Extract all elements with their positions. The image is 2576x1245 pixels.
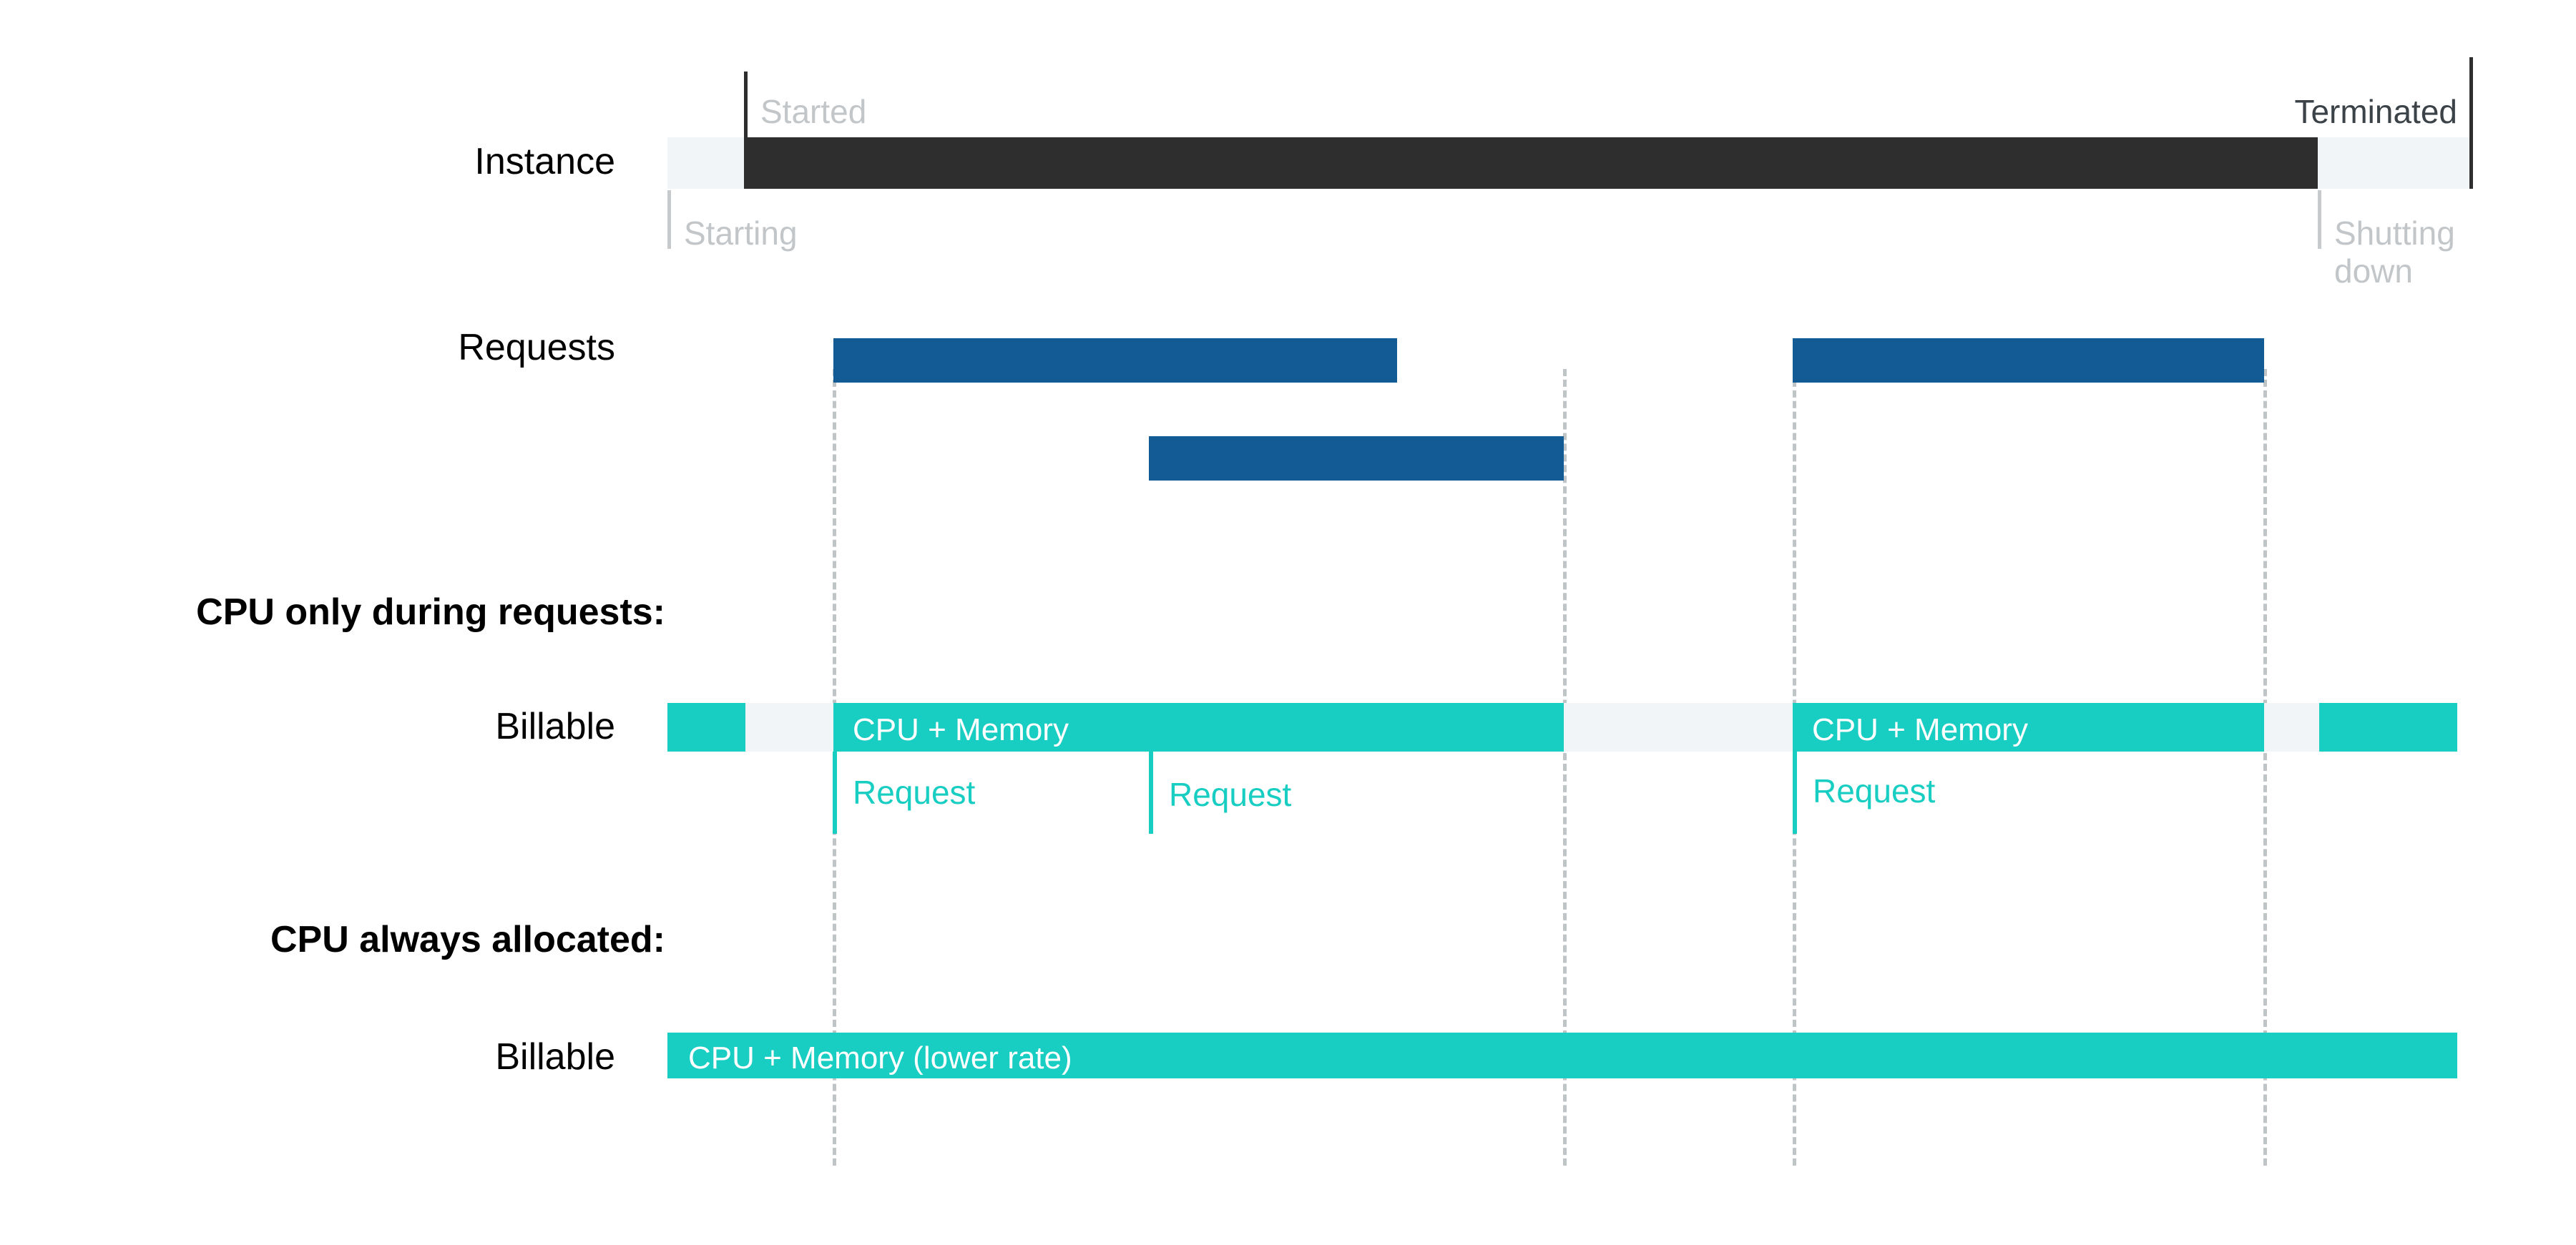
instance-state-terminated: Terminated xyxy=(2294,93,2457,130)
request-bar-2 xyxy=(1149,436,1564,481)
section-heading-cpu-during-requests: CPU only during requests: xyxy=(196,591,665,633)
request-marker-label-1: Request xyxy=(853,774,976,811)
request-marker-label-3: Request xyxy=(1813,772,1936,810)
section-heading-cpu-always-allocated: CPU always allocated: xyxy=(270,919,665,960)
instance-state-shutting-down: Shutting down xyxy=(2334,215,2455,290)
billable-bar-startup xyxy=(667,703,745,752)
instance-bar-starting xyxy=(667,137,744,189)
row-label-instance: Instance xyxy=(474,141,615,182)
request-marker-tick-3 xyxy=(1793,752,1797,834)
request-marker-tick-2 xyxy=(1149,752,1153,834)
instance-state-started: Started xyxy=(760,93,867,130)
instance-bar-shutting-down xyxy=(2318,137,2472,189)
row-label-billable-per-request: Billable xyxy=(495,706,615,747)
instance-tick-started xyxy=(744,72,748,139)
request-bar-3 xyxy=(1793,338,2264,383)
instance-tick-starting xyxy=(667,190,671,249)
request-marker-tick-1 xyxy=(833,752,837,834)
instance-state-starting: Starting xyxy=(684,215,798,252)
billable-label-full: CPU + Memory (lower rate) xyxy=(688,1040,1072,1076)
billable-label-burst-1: CPU + Memory xyxy=(853,712,1069,747)
billable-label-burst-2: CPU + Memory xyxy=(1812,712,2028,747)
timeline-diagram: Instance Started Terminated Starting Shu… xyxy=(0,0,2576,1245)
billable-bar-shutdown xyxy=(2319,703,2457,752)
request-bar-1 xyxy=(833,338,1397,383)
billable-bar-idle-1 xyxy=(745,703,833,752)
instance-tick-terminated xyxy=(2469,57,2473,189)
instance-tick-shutting-down xyxy=(2318,190,2321,249)
instance-bar-running xyxy=(744,137,2318,189)
row-label-billable-always-on: Billable xyxy=(495,1036,615,1078)
row-label-requests: Requests xyxy=(458,327,615,368)
request-marker-label-2: Request xyxy=(1169,776,1292,813)
billable-bar-idle-2 xyxy=(1564,703,1793,752)
billable-bar-idle-3 xyxy=(2264,703,2319,752)
